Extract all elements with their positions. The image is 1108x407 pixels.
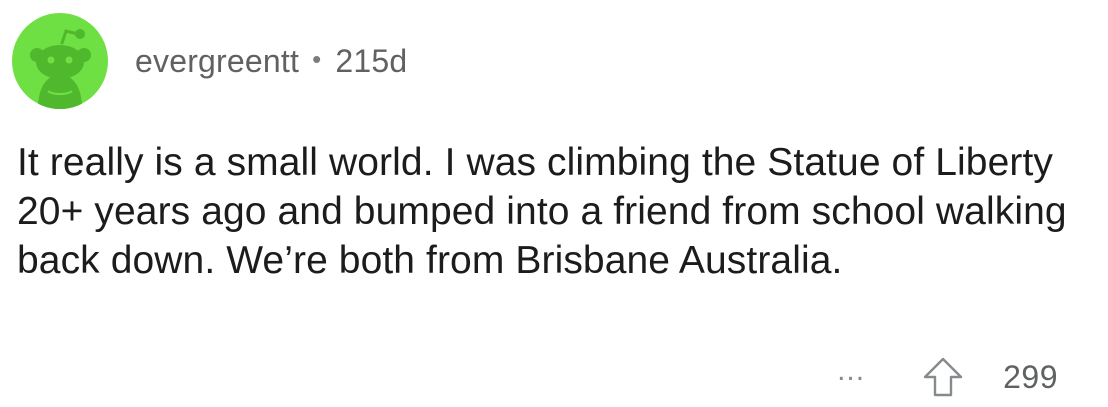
avatar[interactable] [12,13,108,109]
more-options-button[interactable]: ... [837,354,865,388]
comment-meta: evergreentt • 215d [135,43,407,80]
upvote-button[interactable] [921,355,965,399]
comment-card: evergreentt • 215d It really is a small … [0,0,1108,407]
comment-header: evergreentt • 215d [12,13,407,109]
username-link[interactable]: evergreentt [135,43,299,80]
snoo-avatar-icon [30,29,91,109]
upvote-arrow-icon [923,357,963,397]
comment-age: 215d [335,42,408,79]
comment-body: It really is a small world. I was climbi… [17,141,1067,282]
comment-actions: ... 299 [837,352,1058,402]
meta-separator: • [312,43,322,74]
vote-score: 299 [1003,358,1058,395]
